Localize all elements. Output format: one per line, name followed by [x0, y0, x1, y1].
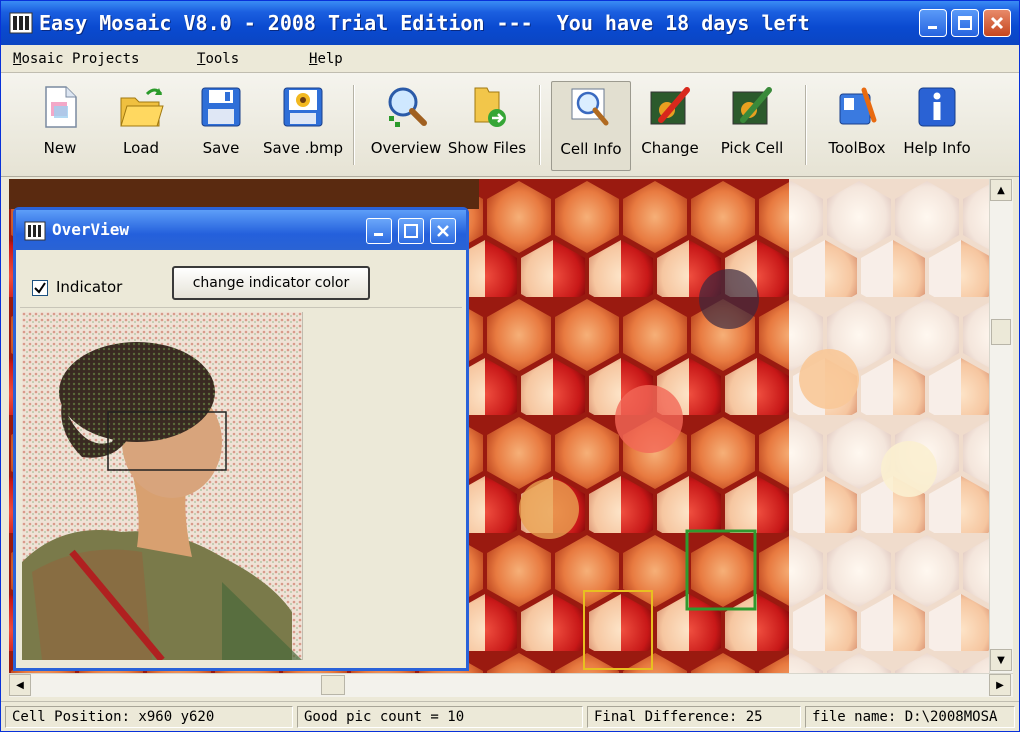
- minimize-icon: [374, 233, 383, 236]
- change-button[interactable]: Change: [637, 81, 703, 171]
- toolbox-icon: [839, 87, 877, 125]
- overview-empty-area: [302, 312, 462, 660]
- horizontal-scroll-thumb[interactable]: [321, 675, 345, 695]
- toolbar-separator: [353, 85, 355, 165]
- pencil-flower-icon: [650, 87, 690, 125]
- overview-close-button[interactable]: [430, 218, 456, 244]
- close-button[interactable]: [983, 9, 1011, 37]
- overview-window: OverView Indicator change indicator colo…: [13, 207, 469, 671]
- new-file-icon: [45, 86, 77, 128]
- menu-tools[interactable]: Tools: [197, 51, 239, 67]
- cell-info-icon: [571, 88, 609, 126]
- menu-help[interactable]: Help: [309, 51, 343, 67]
- overview-maximize-button[interactable]: [398, 218, 424, 244]
- magnifier-icon: [388, 87, 427, 127]
- change-indicator-color-button[interactable]: change indicator color: [172, 266, 370, 300]
- scroll-right-button[interactable]: ▶: [989, 674, 1011, 696]
- overview-title: OverView: [52, 220, 130, 239]
- floppy-disk-icon: [201, 87, 241, 127]
- toolbar: New Load Save Save .bmp Overview Show Fi…: [1, 73, 1019, 177]
- overview-minimize-button[interactable]: [366, 218, 392, 244]
- new-button[interactable]: New: [35, 81, 85, 171]
- portrait-mosaic-image: [22, 312, 302, 660]
- show-files-button[interactable]: Show Files: [447, 81, 527, 171]
- minimize-button[interactable]: [919, 9, 947, 37]
- pick-cell-button[interactable]: Pick Cell: [717, 81, 787, 171]
- maximize-button[interactable]: [951, 9, 979, 37]
- folder-arrow-icon: [474, 87, 506, 127]
- minimize-icon: [928, 26, 937, 29]
- horizontal-scrollbar[interactable]: ◀ ▶: [9, 673, 1013, 697]
- checkmark-icon: [34, 282, 46, 294]
- help-info-button[interactable]: Help Info: [901, 81, 973, 171]
- status-final-difference: Final Difference: 25: [587, 706, 801, 728]
- indicator-label: Indicator: [56, 278, 123, 296]
- scroll-up-button[interactable]: ▲: [990, 179, 1012, 201]
- pencil-pick-icon: [732, 87, 772, 125]
- overview-controls: Indicator change indicator color: [20, 252, 462, 308]
- title-bar[interactable]: Easy Mosaic V8.0 - 2008 Trial Edition --…: [1, 1, 1019, 45]
- toolbar-separator: [805, 85, 807, 165]
- info-icon: [918, 87, 956, 127]
- overview-app-icon: [24, 221, 46, 241]
- overview-title-bar[interactable]: OverView: [16, 210, 466, 250]
- scroll-down-button[interactable]: ▼: [990, 649, 1012, 671]
- menu-mosaic-projects[interactable]: Mosaic Projects: [13, 51, 139, 67]
- overview-button[interactable]: Overview: [371, 81, 441, 171]
- scroll-left-button[interactable]: ◀: [9, 674, 31, 696]
- status-bar: Cell Position: x960 y620 Good pic count …: [1, 701, 1019, 731]
- maximize-icon: [958, 16, 972, 30]
- vertical-scroll-thumb[interactable]: [991, 319, 1011, 345]
- load-button[interactable]: Load: [113, 81, 169, 171]
- floppy-flower-icon: [283, 87, 323, 127]
- window-title: Easy Mosaic V8.0 - 2008 Trial Edition --…: [39, 11, 810, 35]
- vertical-scrollbar[interactable]: ▲ ▼: [989, 179, 1013, 673]
- close-icon: [437, 225, 449, 237]
- save-bmp-button[interactable]: Save .bmp: [263, 81, 343, 171]
- app-icon: [9, 12, 33, 34]
- overview-preview-image[interactable]: [22, 312, 302, 660]
- close-icon: [990, 16, 1004, 30]
- toolbox-button[interactable]: ToolBox: [823, 81, 891, 171]
- status-good-pic-count: Good pic count = 10: [297, 706, 583, 728]
- open-folder-icon: [120, 88, 164, 127]
- save-button[interactable]: Save: [195, 81, 247, 171]
- maximize-icon: [404, 224, 418, 238]
- app-window: Easy Mosaic V8.0 - 2008 Trial Edition --…: [0, 0, 1020, 732]
- status-cell-position: Cell Position: x960 y620: [5, 706, 293, 728]
- toolbar-separator: [539, 85, 541, 165]
- menu-bar: Mosaic Projects Tools Help: [1, 45, 1019, 73]
- status-file-name: file name: D:\2008MOSA: [805, 706, 1015, 728]
- indicator-checkbox[interactable]: [32, 280, 48, 296]
- cell-info-button[interactable]: Cell Info: [551, 81, 631, 171]
